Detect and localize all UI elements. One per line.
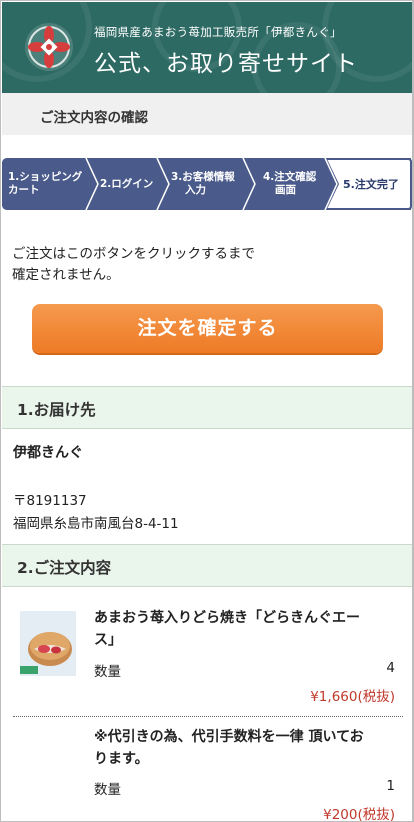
- header-title[interactable]: 公式、お取り寄せサイト: [94, 44, 358, 78]
- item-name-line: ス」: [94, 632, 122, 648]
- item-divider: [13, 716, 403, 717]
- page-title: ご注文内容の確認: [40, 110, 148, 126]
- step-order-complete: 5.注文完了: [343, 178, 399, 191]
- step-label-line: 1.ショッピング: [8, 171, 83, 183]
- item-name-line: ※代引きの為、代引手数料を一律 頂いてお: [94, 729, 364, 745]
- quantity-value: 4: [386, 660, 395, 676]
- step-label-line: 2.ログイン: [100, 178, 154, 190]
- notice-line: ご注文はこのボタンをクリックするまで: [12, 246, 255, 262]
- item-price: ¥1,660(税抜): [310, 689, 395, 705]
- step-order-confirm: 4.注文確認 画面: [263, 171, 316, 197]
- site-header: 福岡県産あまおう苺加工販売所「伊都きんぐ」 公式、お取り寄せサイト: [2, 2, 412, 93]
- postal-code: 〒8191137: [13, 493, 87, 509]
- dorayaki-image-icon: [20, 611, 76, 676]
- confirm-order-button[interactable]: 注文を確定する: [32, 304, 383, 353]
- step-label-line: 画面: [275, 184, 296, 196]
- item-name-line: あまおう苺入りどら焼き「どらきんぐエー: [94, 610, 360, 626]
- quantity-value: 1: [386, 778, 395, 794]
- step-customer-info: 3.お客様情報 入力: [171, 171, 235, 197]
- delivery-heading: 1.お届け先: [17, 401, 96, 419]
- notice-line: 確定されません。: [12, 267, 120, 283]
- item-price: ¥200(税抜): [323, 807, 395, 822]
- step-label-line: 3.お客様情報: [171, 171, 235, 183]
- header-subtitle: 福岡県産あまおう苺加工販売所「伊都きんぐ」: [94, 25, 342, 39]
- item-name-line: ります。: [94, 751, 149, 767]
- item-name[interactable]: あまおう苺入りどら焼き「どらきんぐエー ス」: [94, 607, 394, 651]
- product-thumbnail[interactable]: [20, 611, 76, 676]
- step-login: 2.ログイン: [100, 178, 153, 191]
- quantity-label: 数量: [94, 664, 121, 680]
- quantity-label: 数量: [94, 782, 121, 798]
- step-label-line: 4.注文確認: [263, 171, 317, 183]
- step-label-line: 入力: [185, 184, 206, 196]
- step-shopping-cart: 1.ショッピング カート: [8, 171, 82, 197]
- item-name: ※代引きの為、代引手数料を一律 頂いてお ります。: [94, 726, 394, 770]
- page-frame: 福岡県産あまおう苺加工販売所「伊都きんぐ」 公式、お取り寄せサイト ご注文内容の…: [0, 0, 414, 822]
- step-label-line: 5.注文完了: [343, 178, 399, 191]
- step-label-line: カート: [8, 184, 40, 196]
- recipient-name: 伊都きんぐ: [13, 445, 83, 461]
- confirm-notice: ご注文はこのボタンをクリックするまで 確定されません。: [12, 244, 392, 286]
- brand-logo-icon[interactable]: [24, 22, 74, 72]
- page-title-bar: ご注文内容の確認: [2, 93, 412, 135]
- delivery-section-header: 1.お届け先: [2, 386, 412, 429]
- checkout-steps: 1.ショッピング カート 2.ログイン 3.お客様情報 入力 4.注文確認 画面…: [2, 158, 412, 210]
- order-section-header: 2.ご注文内容: [2, 544, 412, 587]
- order-heading: 2.ご注文内容: [17, 559, 112, 577]
- address-line: 福岡県糸島市南風台8-4-11: [13, 516, 179, 532]
